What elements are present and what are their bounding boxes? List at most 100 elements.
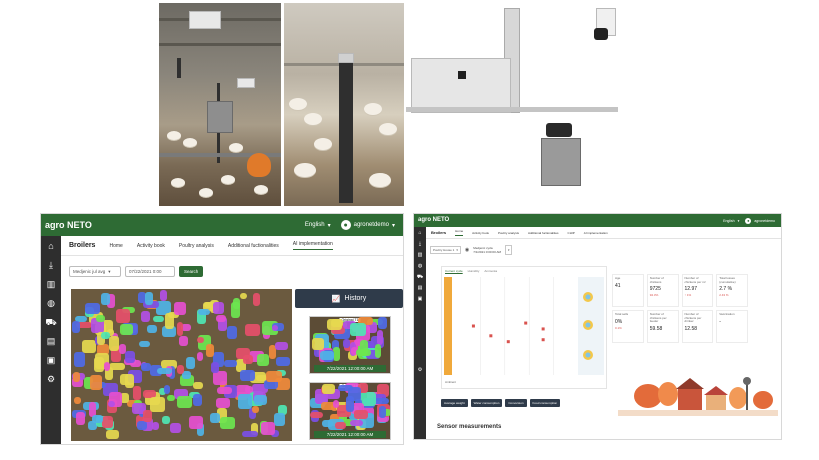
stat-card: Age 41 — [612, 274, 644, 307]
house-select-value: Poultry House 1 — [433, 248, 455, 252]
average-weight-button[interactable]: Average weight — [441, 399, 468, 407]
detection-mask — [198, 309, 211, 316]
detection-mask — [350, 322, 367, 336]
detection-mask — [231, 302, 241, 318]
tab-broilers[interactable]: Broilers — [431, 230, 446, 235]
tab-home[interactable]: Home — [455, 229, 464, 236]
tab-poultry-analysis[interactable]: Poultry analysis — [179, 243, 214, 249]
app-logo[interactable]: agro NETO — [414, 217, 449, 223]
tab-poultry-analysis[interactable]: Poultry analysis — [498, 231, 519, 235]
tab-ai-implementation[interactable]: AI implementation — [584, 231, 608, 235]
language-selector[interactable]: English ▾ — [305, 222, 331, 229]
user-menu[interactable]: ● agronetdemo — [739, 217, 781, 224]
photo-device-rig — [406, 3, 621, 206]
globe-icon[interactable]: ◍ — [47, 299, 55, 308]
report-icon[interactable]: ▣ — [47, 356, 56, 365]
stat-card: Number of chickens per drinker 12.58 — [681, 310, 714, 343]
cycle-chart-panel: Current cycle Humidity Ammonia Ambient — [441, 266, 607, 389]
chart-tab-humidity[interactable]: Humidity — [468, 269, 480, 273]
download-icon[interactable]: ⤓ — [49, 261, 53, 270]
tab-home[interactable]: Home — [109, 243, 122, 249]
data-point — [471, 324, 475, 328]
home-icon[interactable]: ⌂ — [418, 231, 421, 236]
user-name: agronetdemo — [353, 222, 389, 228]
detection-mask — [373, 397, 390, 404]
history-thumbnail[interactable]: Original T1 7/22/2021 12:00:00 AM — [309, 316, 391, 374]
tab-broilers[interactable]: Broilers — [69, 242, 95, 249]
tab-activity-book[interactable]: Activity book — [472, 231, 489, 235]
user-menu[interactable]: ● agronetdemo ▾ — [331, 220, 403, 230]
conversion-button[interactable]: Conversion — [505, 399, 527, 407]
detection-mask — [92, 414, 104, 423]
village-illustration — [618, 377, 778, 416]
location-pin-icon: ◉ — [464, 247, 470, 253]
tab-additional-fuctionalities[interactable]: Additional fuctionalities — [228, 243, 279, 249]
age-bar — [444, 277, 452, 375]
water-consumption-button[interactable]: Water consumption — [470, 399, 503, 407]
language-label: English — [723, 218, 735, 223]
food-consumption-button[interactable]: Food consumption — [529, 399, 561, 407]
figure-collage: agro NETO English ▾ ● agronetdemo ▾ ⌂ ⤓ … — [0, 0, 819, 460]
chart-icon[interactable]: ▤ — [418, 286, 423, 291]
search-button[interactable]: Search — [179, 266, 204, 277]
chart-tab-current-cycle[interactable]: Current cycle — [445, 269, 463, 273]
history-button[interactable]: 📈 History — [295, 289, 403, 308]
chevron-down-icon: ▾ — [507, 248, 510, 252]
settings-icon[interactable]: ⚙ — [47, 375, 55, 384]
stat-card: Number of chickens per feeder 59.58 — [646, 310, 679, 343]
detection-mask — [216, 314, 226, 322]
segmentation-image — [71, 289, 292, 441]
data-point — [541, 327, 545, 331]
tab-ai-implementation[interactable]: AI implementation — [292, 241, 333, 250]
app-logo[interactable]: agro NETO — [41, 221, 92, 230]
detection-mask — [74, 351, 86, 368]
chicken — [199, 188, 213, 197]
chart-icon[interactable]: ▤ — [47, 337, 56, 346]
detection-mask — [124, 351, 135, 364]
data-point — [524, 321, 528, 325]
chart-line-icon: 📈 — [331, 295, 341, 303]
stat-card: Number of chickens 9725 94.3% — [646, 274, 679, 307]
globe-icon[interactable]: ◍ — [418, 264, 422, 269]
detection-mask — [226, 326, 237, 339]
chicken — [229, 143, 243, 152]
rig-rail — [406, 107, 618, 112]
language-selector[interactable]: English ▾ — [723, 219, 739, 223]
stat-card: Total losses (cumulative) 2.7 % 2.43 % — [716, 274, 748, 307]
detection-mask — [142, 409, 153, 422]
home-icon[interactable]: ⌂ — [48, 242, 53, 251]
date-input[interactable]: 07/22/2021 0:00 — [125, 266, 175, 277]
history-thumbnail[interactable]: Original T2 7/22/2021 12:00:00 AM — [309, 382, 391, 440]
cycle-date: 7/1/2021 0:00:00 AM — [473, 250, 501, 254]
tab-additional-fuctionalities[interactable]: Additional fuctionalities — [528, 231, 559, 235]
expand-toggle[interactable]: ▾ — [504, 245, 513, 255]
building-icon[interactable]: ▥ — [47, 280, 56, 289]
detection-mask — [164, 313, 174, 329]
chicken — [289, 98, 307, 110]
house-select[interactable]: Poultry House 1 ▾ — [430, 246, 461, 254]
detection-mask — [73, 396, 81, 405]
detection-mask — [136, 421, 147, 430]
building-icon[interactable]: ▥ — [418, 253, 423, 258]
detection-mask — [149, 397, 165, 412]
detection-mask — [257, 354, 269, 366]
detection-mask — [186, 357, 196, 370]
stat-label: Number of chickens — [649, 276, 664, 284]
tractor-icon[interactable]: ⛟ — [417, 275, 423, 280]
farm-select[interactable]: Medjenic jul avg ▾ — [69, 266, 121, 277]
ai-implementation-window: agro NETO English ▾ ● agronetdemo ▾ ⌂ ⤓ … — [40, 213, 404, 445]
language-label: English — [304, 222, 325, 228]
data-point — [489, 334, 493, 338]
report-icon[interactable]: ▣ — [418, 297, 423, 302]
chicken — [221, 175, 235, 184]
stat-value: 41 — [615, 282, 621, 289]
chart-tab-ammonia[interactable]: Ammonia — [484, 269, 497, 273]
download-icon[interactable]: ⤓ — [419, 242, 421, 247]
settings-icon[interactable]: ⚙ — [418, 368, 422, 373]
chicken — [364, 103, 382, 115]
tab-activity-book[interactable]: Activity book — [137, 243, 165, 249]
detection-mask — [216, 397, 231, 408]
chart-tabs: Current cycle Humidity Ammonia — [445, 269, 497, 273]
tab-chip[interactable]: CHIP — [568, 231, 575, 235]
tractor-icon[interactable]: ⛟ — [45, 318, 56, 327]
